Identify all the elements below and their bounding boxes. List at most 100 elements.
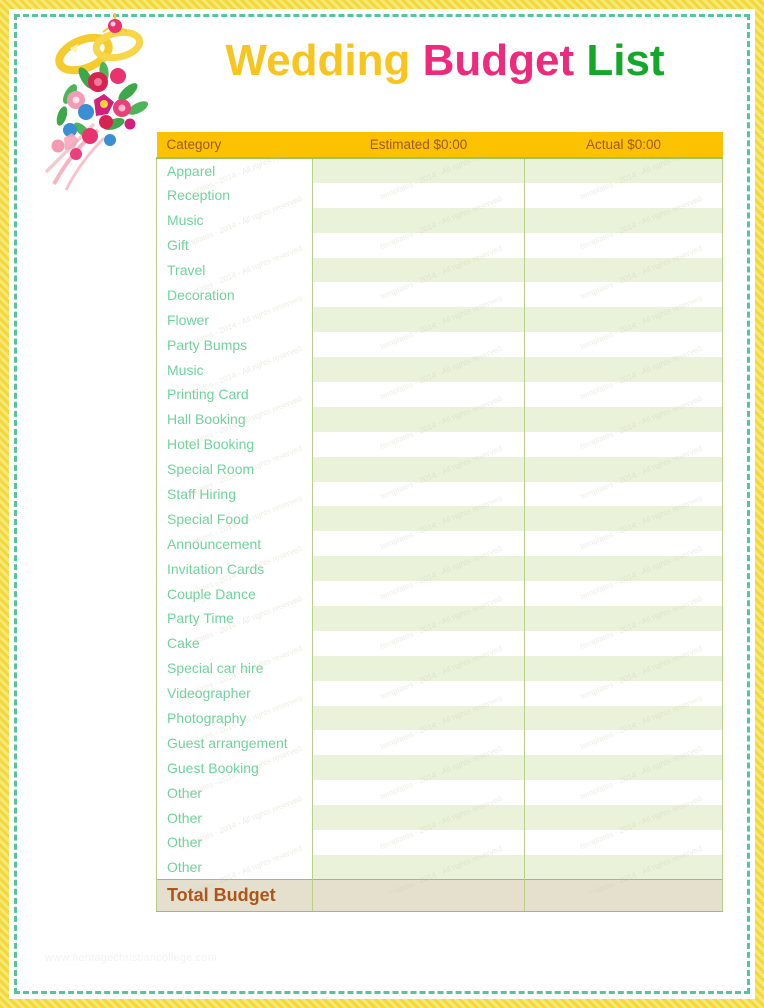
table-row: Guest Booking [156, 755, 723, 781]
estimated-cell[interactable] [312, 431, 525, 457]
total-estimated-cell[interactable] [312, 879, 525, 913]
category-cell: Travel [156, 257, 313, 283]
table-row: Party Bumps [156, 332, 723, 358]
actual-cell[interactable] [524, 307, 723, 333]
actual-cell[interactable] [524, 232, 723, 258]
estimated-cell[interactable] [312, 780, 525, 806]
actual-cell[interactable] [524, 382, 723, 407]
category-cell: Party Bumps [156, 332, 313, 358]
actual-cell[interactable] [524, 182, 723, 208]
category-cell: Couple Dance [156, 581, 313, 607]
table-row: Invitation Cards [156, 556, 723, 582]
category-cell: Special Food [156, 506, 313, 532]
category-cell: Other [156, 830, 313, 855]
table-row: Other [156, 805, 723, 831]
estimated-cell[interactable] [312, 531, 525, 557]
estimated-cell[interactable] [312, 282, 525, 308]
category-cell: Other [156, 780, 313, 806]
actual-cell[interactable] [524, 531, 723, 557]
actual-cell[interactable] [524, 556, 723, 582]
actual-cell[interactable] [524, 730, 723, 756]
estimated-cell[interactable] [312, 655, 525, 681]
category-cell: Hotel Booking [156, 431, 313, 457]
actual-cell[interactable] [524, 581, 723, 607]
actual-cell[interactable] [524, 207, 723, 233]
actual-cell[interactable] [524, 158, 723, 183]
actual-cell[interactable] [524, 506, 723, 532]
actual-cell[interactable] [524, 680, 723, 706]
title-word-budget: Budget [422, 36, 575, 85]
actual-cell[interactable] [524, 357, 723, 383]
actual-cell[interactable] [524, 282, 723, 308]
total-budget-label: Total Budget [156, 879, 313, 913]
category-cell: Flower [156, 307, 313, 333]
actual-cell[interactable] [524, 456, 723, 482]
table-row: Party Time [156, 606, 723, 631]
category-cell: Guest Booking [156, 755, 313, 781]
estimated-cell[interactable] [312, 207, 525, 233]
estimated-cell[interactable] [312, 556, 525, 582]
estimated-cell[interactable] [312, 406, 525, 432]
estimated-cell[interactable] [312, 581, 525, 607]
category-cell: Photography [156, 705, 313, 731]
estimated-cell[interactable] [312, 357, 525, 383]
estimated-cell[interactable] [312, 182, 525, 208]
category-cell: Apparel [156, 158, 313, 183]
actual-cell[interactable] [524, 830, 723, 855]
estimated-cell[interactable] [312, 307, 525, 333]
total-actual-cell[interactable] [524, 879, 723, 913]
actual-cell[interactable] [524, 805, 723, 831]
actual-cell[interactable] [524, 606, 723, 631]
estimated-cell[interactable] [312, 232, 525, 258]
category-cell: Other [156, 854, 313, 880]
table-row: Other [156, 830, 723, 855]
table-row: Couple Dance [156, 581, 723, 607]
actual-cell[interactable] [524, 854, 723, 880]
column-header-actual: Actual $0:00 [524, 132, 723, 159]
estimated-cell[interactable] [312, 332, 525, 358]
estimated-cell[interactable] [312, 854, 525, 880]
estimated-cell[interactable] [312, 158, 525, 183]
table-row: Guest arrangement [156, 730, 723, 756]
table-row: Special Room [156, 456, 723, 482]
table-row: Announcement [156, 531, 723, 557]
actual-cell[interactable] [524, 257, 723, 283]
actual-cell[interactable] [524, 755, 723, 781]
estimated-cell[interactable] [312, 481, 525, 507]
title-word-list: List [586, 36, 665, 85]
estimated-cell[interactable] [312, 456, 525, 482]
actual-cell[interactable] [524, 481, 723, 507]
estimated-cell[interactable] [312, 506, 525, 532]
estimated-cell[interactable] [312, 755, 525, 781]
actual-cell[interactable] [524, 406, 723, 432]
category-cell: Special car hire [156, 655, 313, 681]
total-budget-row: Total Budget [156, 879, 723, 913]
actual-cell[interactable] [524, 655, 723, 681]
budget-table: Category Estimated $0:00 Actual $0:00 Ap… [156, 132, 723, 913]
estimated-cell[interactable] [312, 805, 525, 831]
category-cell: Printing Card [156, 382, 313, 407]
column-header-category: Category [156, 132, 313, 159]
page-content: Wedding Budget List Category Estimated $… [0, 0, 764, 1008]
actual-cell[interactable] [524, 780, 723, 806]
category-cell: Cake [156, 630, 313, 656]
actual-cell[interactable] [524, 431, 723, 457]
category-cell: Videographer [156, 680, 313, 706]
actual-cell[interactable] [524, 332, 723, 358]
estimated-cell[interactable] [312, 680, 525, 706]
estimated-cell[interactable] [312, 730, 525, 756]
table-row: Flower [156, 307, 723, 333]
estimated-cell[interactable] [312, 257, 525, 283]
estimated-cell[interactable] [312, 630, 525, 656]
category-cell: Invitation Cards [156, 556, 313, 582]
estimated-cell[interactable] [312, 382, 525, 407]
wedding-rings-bouquet-icon [42, 12, 170, 192]
estimated-cell[interactable] [312, 606, 525, 631]
estimated-cell[interactable] [312, 705, 525, 731]
actual-cell[interactable] [524, 630, 723, 656]
actual-cell[interactable] [524, 705, 723, 731]
category-cell: Reception [156, 182, 313, 208]
table-row: Decoration [156, 282, 723, 308]
table-row: Music [156, 357, 723, 383]
estimated-cell[interactable] [312, 830, 525, 855]
